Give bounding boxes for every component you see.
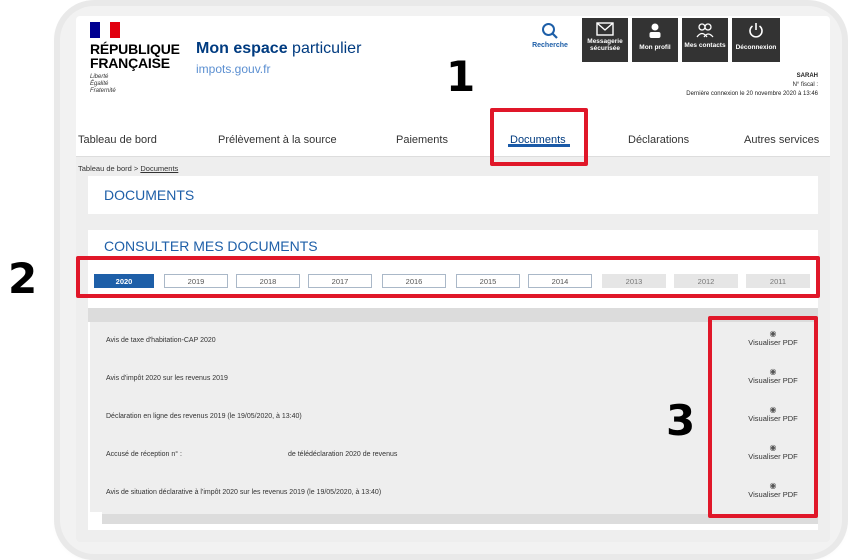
main-nav: Tableau de bord Prélèvement à la source …	[76, 122, 830, 157]
document-label: Avis de taxe d'habitation-CAP 2020	[106, 337, 216, 344]
user-name: SARAH	[796, 73, 818, 79]
highlight-documents-tab	[490, 108, 588, 166]
highlight-view-pdf-column	[708, 316, 818, 518]
secure-messaging-button[interactable]: Messagerie sécurisée	[582, 18, 628, 62]
nav-tab-dashboard[interactable]: Tableau de bord	[78, 134, 157, 146]
breadcrumb-current[interactable]: Documents	[140, 164, 178, 173]
envelope-icon	[596, 22, 614, 36]
contacts-icon	[696, 23, 714, 38]
user-info: SARAH N° fiscal : Dernière connexion le …	[686, 72, 818, 99]
republic-flag-logo	[90, 22, 120, 38]
republic-name: RÉPUBLIQUE FRANÇAISE	[90, 41, 180, 71]
fiscal-number: N° fiscal :	[792, 82, 818, 88]
document-row: Avis d'impôt 2020 sur les revenus 2019 ◉…	[90, 360, 806, 398]
document-label: Accusé de réception n° :	[106, 451, 182, 458]
power-icon	[749, 23, 763, 38]
breadcrumb: Tableau de bord > Documents	[78, 164, 178, 173]
section-title: CONSULTER MES DOCUMENTS	[104, 238, 318, 254]
highlight-year-tabs	[76, 256, 820, 298]
nav-tab-withholding[interactable]: Prélèvement à la source	[218, 134, 337, 146]
document-label: Avis d'impôt 2020 sur les revenus 2019	[106, 375, 228, 382]
republic-motto: Liberté Égalité Fraternité	[90, 74, 116, 94]
document-row: Avis de taxe d'habitation-CAP 2020 ◉ Visu…	[90, 322, 806, 360]
nav-tab-other-services[interactable]: Autres services	[744, 134, 819, 146]
document-label: Déclaration en ligne des revenus 2019 (l…	[106, 413, 302, 420]
document-row: Avis de situation déclarative à l'impôt …	[90, 474, 806, 512]
document-row: Déclaration en ligne des revenus 2019 (l…	[90, 398, 806, 436]
contacts-button[interactable]: Mes contacts	[682, 18, 728, 62]
document-row: Accusé de réception n° : de télédéclarat…	[90, 436, 806, 474]
search-icon	[542, 23, 558, 39]
callout-number-2: 2	[8, 254, 38, 303]
nav-tab-declarations[interactable]: Déclarations	[628, 134, 689, 146]
document-label: Avis de situation déclarative à l'impôt …	[106, 489, 382, 496]
breadcrumb-home[interactable]: Tableau de bord	[78, 164, 132, 173]
user-icon	[649, 23, 661, 38]
document-label-suffix: de télédéclaration 2020 de revenus	[288, 451, 398, 458]
brand-domain[interactable]: impots.gouv.fr	[196, 62, 270, 76]
page-title: DOCUMENTS	[104, 187, 195, 203]
profile-button[interactable]: Mon profil	[632, 18, 678, 62]
callout-number-3: 3	[666, 396, 696, 445]
callout-number-1: 1	[446, 52, 476, 101]
nav-tab-payments[interactable]: Paiements	[396, 134, 448, 146]
logout-button[interactable]: Déconnexion	[732, 18, 780, 62]
page-title-panel: DOCUMENTS	[88, 176, 818, 214]
brand-title[interactable]: Mon espace particulier	[196, 40, 361, 58]
breadcrumb-separator: >	[133, 164, 139, 173]
last-login: Dernière connexion le 20 novembre 2020 à…	[686, 91, 818, 97]
search-button[interactable]: Recherche	[524, 18, 576, 62]
